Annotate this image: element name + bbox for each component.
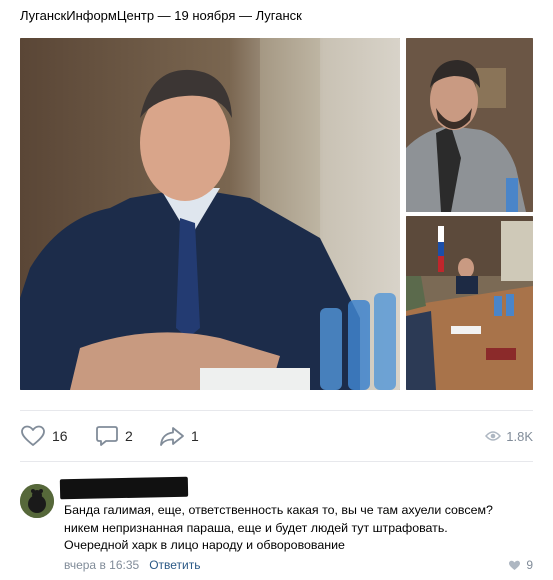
heart-icon [21,425,45,446]
share-icon [160,427,184,446]
divider-top [20,410,533,411]
comment-count: 2 [125,428,133,444]
author-name-redacted [59,476,189,500]
comment-item: Банда галимая, еще, ответственность кака… [20,476,534,574]
avatar[interactable] [20,484,54,518]
divider-bottom [20,461,533,462]
comment-line: Банда галимая, еще, ответственность кака… [64,503,493,517]
post-actions: 16 2 1 1.8K [20,422,533,450]
eye-icon [485,431,502,441]
comment-like-count: 9 [526,558,533,572]
comment-meta: вчера в 16:35 Ответить [64,558,200,572]
share-button[interactable]: 1 [159,422,199,450]
post-photo-3[interactable] [406,216,533,390]
post-photo-2[interactable] [406,38,533,212]
like-button[interactable]: 16 [20,422,68,450]
comment-line: никем непризнанная параша, еще и будет л… [64,520,448,535]
views-counter: 1.8K [485,422,533,450]
share-count: 1 [191,428,199,444]
views-count: 1.8K [506,428,533,444]
comment-time[interactable]: вчера в 16:35 [64,558,139,572]
reply-button[interactable]: Ответить [149,558,200,572]
post-header[interactable]: ЛуганскИнформЦентр — 19 ноября — Луганск [20,8,302,23]
heart-icon [509,560,521,570]
post-photo-main[interactable] [20,38,400,390]
comment-line: Очередной харк в лицо народу и обворовов… [64,538,345,552]
like-count: 16 [52,428,68,444]
comment-icon [96,426,118,446]
comment-text: Банда галимая, еще, ответственность кака… [64,502,534,555]
comment-button[interactable]: 2 [95,422,133,450]
comment-like-button[interactable]: 9 [508,558,533,572]
